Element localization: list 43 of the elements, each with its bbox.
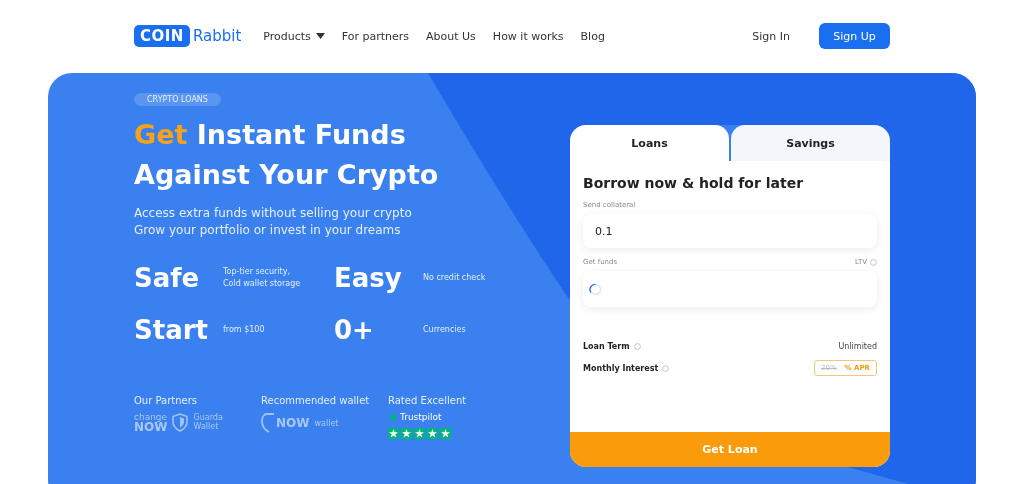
feature-value: Safe	[134, 263, 201, 293]
sign-up-button[interactable]: Sign Up	[819, 23, 890, 49]
tab[interactable]: Loans	[570, 125, 729, 161]
info-icon	[870, 258, 877, 266]
loan-term-label: Loan Term	[583, 341, 630, 351]
info-icon	[633, 342, 641, 350]
feature-value: 0+	[334, 315, 375, 345]
partner-logo-text: Wallet	[193, 422, 220, 431]
wallet-logo-text: NOW	[276, 416, 310, 430]
partner-logo-text: NOW	[134, 422, 168, 432]
rating-title: Rated Excellent	[388, 395, 468, 406]
trustpilot-logo-text: Trustpilot	[400, 412, 442, 422]
partner-logo-text: change	[134, 412, 168, 422]
star-icon	[388, 412, 398, 422]
category-tag: CRYPTO LOANS	[134, 93, 221, 106]
feature-value: Start	[134, 315, 209, 345]
logo-badge: COIN	[134, 25, 190, 47]
loan-term-value: Unlimited	[838, 341, 877, 351]
feature-description: Currencies	[423, 324, 466, 336]
hero-subtitle: Grow your portfolio or invest in your dreams	[134, 222, 402, 239]
nav-link[interactable]: How it works	[492, 29, 564, 43]
partners-title: Our Partners	[134, 395, 199, 406]
nav-link[interactable]: Products	[263, 29, 325, 43]
nav-link[interactable]: About Us	[426, 29, 476, 43]
card-title: Borrow now & hold for later	[583, 175, 805, 191]
feature-description: from $100	[223, 324, 265, 336]
logo-word: Rabbit	[192, 27, 242, 45]
info-icon	[662, 364, 670, 372]
partner-logo-text: Guarda	[193, 413, 223, 422]
collateral-field[interactable]: 0.1	[583, 214, 877, 248]
nav-link[interactable]: Blog	[580, 29, 605, 43]
hero-subtitle: Access extra funds without selling your crypto	[134, 205, 413, 222]
feature-description: Top-tier security, Cold wallet storage	[223, 266, 301, 290]
tab[interactable]: Savings	[731, 125, 890, 161]
wallet-logo-text: wallet	[314, 418, 339, 428]
hero-heading: Get Instant Funds Against Your Crypto	[134, 118, 440, 192]
feature-description: No credit check	[423, 272, 486, 284]
sign-in-link[interactable]: Sign In	[752, 29, 790, 43]
interest-label: Monthly Interest	[583, 363, 659, 373]
logo[interactable]: COIN Rabbit	[134, 25, 242, 47]
wallet-title: Recommended wallet	[261, 395, 371, 406]
nav-link[interactable]: For partners	[341, 29, 410, 43]
feature-value: Easy	[334, 263, 403, 293]
